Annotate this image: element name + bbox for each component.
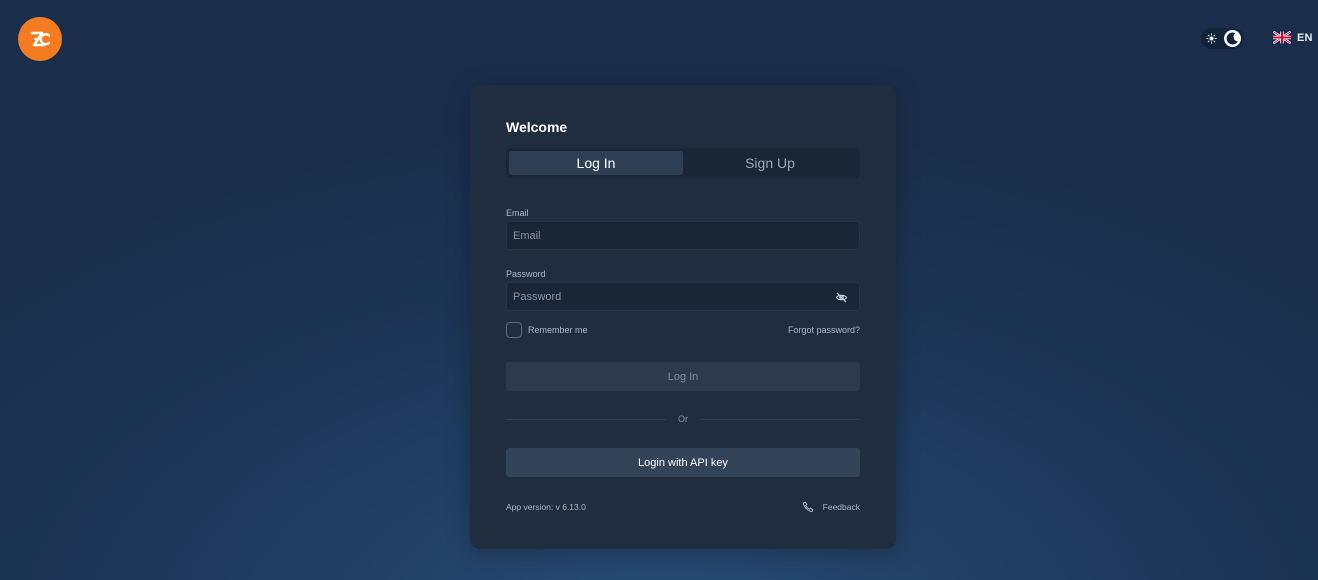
- auth-tabs: Log In Sign Up: [506, 148, 860, 178]
- divider-line: [506, 418, 666, 420]
- app-logo[interactable]: [18, 17, 62, 61]
- api-key-login-button[interactable]: Login with API key: [506, 448, 860, 477]
- email-label: Email: [506, 208, 529, 218]
- forgot-password-link[interactable]: Forgot password?: [788, 325, 860, 335]
- password-field[interactable]: [506, 282, 860, 311]
- feedback-label: Feedback: [822, 502, 860, 512]
- remember-me-checkbox[interactable]: [506, 322, 522, 338]
- theme-toggle[interactable]: [1201, 28, 1244, 49]
- zc-logo-icon: [30, 31, 51, 47]
- phone-icon: [802, 501, 813, 513]
- password-label: Password: [506, 269, 546, 279]
- app-version: App version: v 6.13.0: [506, 502, 586, 512]
- tab-log-in[interactable]: Log In: [509, 151, 683, 175]
- remember-me[interactable]: Remember me: [506, 322, 588, 338]
- card-title: Welcome: [506, 119, 568, 135]
- eye-off-icon[interactable]: [835, 291, 848, 304]
- log-in-button[interactable]: Log In: [506, 362, 860, 391]
- feedback-link[interactable]: Feedback: [802, 501, 860, 513]
- uk-flag-icon: [1273, 31, 1291, 44]
- login-card: Welcome Log In Sign Up Email Password Re…: [470, 85, 896, 549]
- remember-me-label: Remember me: [528, 325, 588, 335]
- moon-icon: [1224, 30, 1241, 47]
- divider-line: [700, 418, 860, 420]
- language-selector[interactable]: EN: [1273, 31, 1313, 44]
- language-code: EN: [1297, 31, 1313, 44]
- or-divider: Or: [506, 414, 860, 424]
- or-label: Or: [678, 414, 688, 424]
- sun-icon: [1206, 33, 1217, 44]
- email-field[interactable]: [506, 221, 860, 250]
- tab-sign-up[interactable]: Sign Up: [683, 151, 857, 175]
